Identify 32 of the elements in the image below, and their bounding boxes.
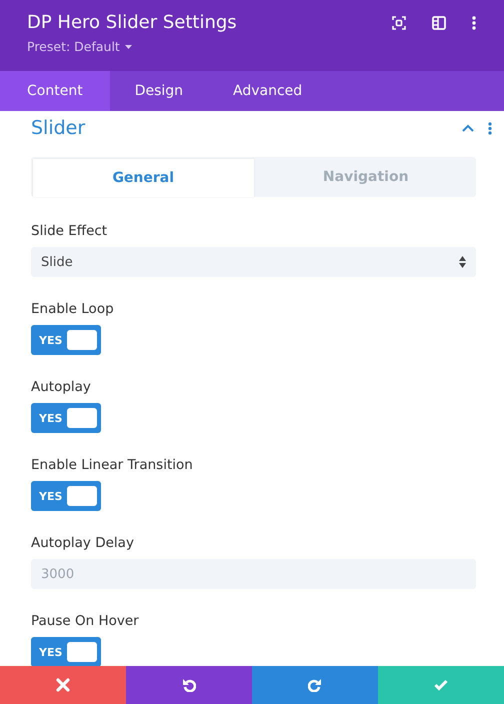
tab[interactable]: Advanced [208, 71, 328, 111]
checkmark-icon [434, 678, 448, 692]
select-field[interactable]: Slide [31, 247, 476, 277]
field-label: Slide Effect [31, 222, 108, 241]
toggle-switch[interactable]: YES [31, 481, 101, 511]
input-field[interactable]: 3000 [31, 559, 476, 589]
field-label: Autoplay Delay [31, 534, 135, 553]
window-title: DP Hero Slider Settings [27, 11, 237, 35]
more-options-icon[interactable] [472, 16, 476, 30]
discard-button[interactable] [0, 666, 126, 704]
field-label: Enable Loop [31, 300, 115, 319]
toggle-switch[interactable]: YES [31, 325, 101, 355]
preset-dropdown[interactable]: Preset: Default [27, 38, 132, 56]
close-icon [56, 678, 70, 692]
toggle-switch[interactable]: YES [31, 403, 101, 433]
toggle-switch[interactable]: YES [31, 637, 101, 666]
tab[interactable]: Content [0, 71, 110, 111]
caret-icon [124, 45, 132, 49]
focus-icon[interactable] [392, 16, 406, 30]
more-options-icon[interactable] [488, 122, 492, 134]
field-label: Enable Linear Transition [31, 456, 194, 475]
collapse-icon[interactable] [462, 124, 474, 132]
tab[interactable]: Design [110, 71, 208, 111]
undo-icon [182, 678, 196, 692]
sort-arrows-icon [459, 256, 466, 268]
sidebar-layout-icon[interactable] [432, 16, 446, 30]
section-title[interactable]: Slider [31, 117, 86, 139]
field-label: Autoplay [31, 378, 92, 397]
redo-icon [308, 678, 322, 692]
subtab[interactable]: General [33, 159, 254, 197]
field-label: Pause On Hover [31, 612, 140, 631]
subtab[interactable]: Navigation [256, 157, 476, 197]
